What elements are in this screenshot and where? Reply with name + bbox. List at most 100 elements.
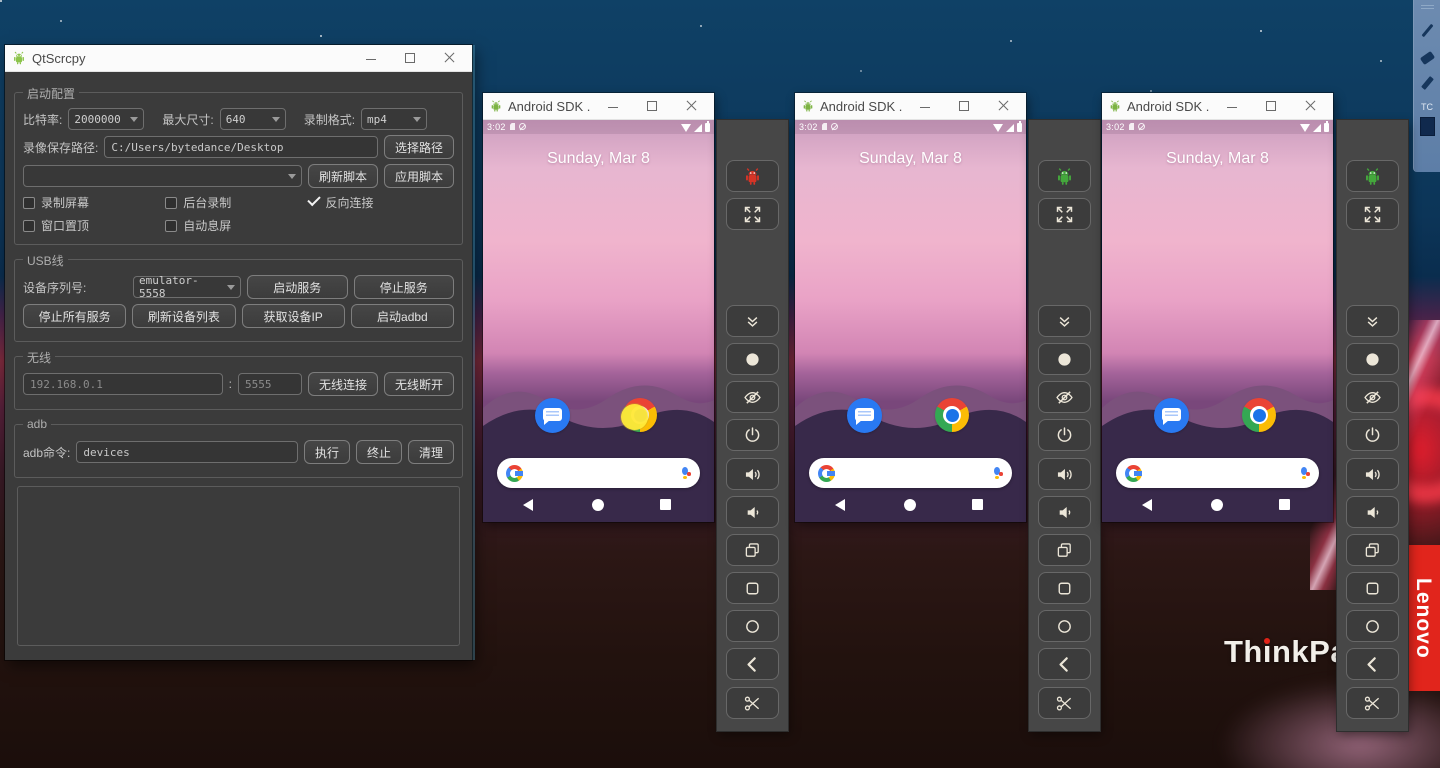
close-button[interactable]	[986, 93, 1020, 119]
chrome-app-icon[interactable]	[1242, 398, 1276, 432]
recents-button[interactable]	[660, 499, 671, 510]
wireless-port-input[interactable]	[238, 373, 302, 395]
volume-down-button[interactable]	[1346, 496, 1399, 528]
minimize-button[interactable]	[596, 93, 630, 119]
app-switch-button[interactable]	[726, 534, 779, 566]
eraser-icon[interactable]	[1419, 51, 1434, 65]
app-switch-button[interactable]	[1346, 534, 1399, 566]
auto-screen-off-checkbox[interactable]: 自动息屏	[165, 217, 307, 234]
app-menu-button[interactable]	[726, 160, 779, 192]
touch-button[interactable]	[1038, 343, 1091, 375]
app-menu-button[interactable]	[1346, 160, 1399, 192]
stop-service-button[interactable]: 停止服务	[354, 275, 455, 299]
recents-button[interactable]	[972, 499, 983, 510]
android-screen[interactable]: 3:02 Sunday, Mar 8	[795, 120, 1026, 522]
messages-app-icon[interactable]	[1154, 398, 1189, 433]
minimize-button[interactable]	[1215, 93, 1249, 119]
app-switch-button[interactable]	[1038, 534, 1091, 566]
fullscreen-button[interactable]	[726, 198, 779, 230]
reverse-connect-checkbox[interactable]: 反向连接	[307, 194, 449, 211]
minimize-button[interactable]	[908, 93, 942, 119]
terminate-button[interactable]: 终止	[356, 440, 402, 464]
refresh-device-list-button[interactable]: 刷新设备列表	[132, 304, 235, 328]
power-button[interactable]	[1038, 419, 1091, 451]
stop-all-services-button[interactable]: 停止所有服务	[23, 304, 126, 328]
mic-icon[interactable]	[991, 466, 1003, 480]
android-screen[interactable]: 3:02 Sunday, Mar 8	[483, 120, 714, 522]
wireless-ip-input[interactable]	[23, 373, 223, 395]
menu-button[interactable]	[726, 572, 779, 604]
back-button[interactable]	[726, 648, 779, 680]
power-button[interactable]	[1346, 419, 1399, 451]
mic-icon[interactable]	[1298, 466, 1310, 480]
expand-notification-button[interactable]	[1346, 305, 1399, 337]
script-select[interactable]	[23, 165, 302, 187]
volume-down-button[interactable]	[1038, 496, 1091, 528]
messages-app-icon[interactable]	[535, 398, 570, 433]
back-button[interactable]	[1142, 499, 1152, 511]
touch-button[interactable]	[726, 343, 779, 375]
touch-button[interactable]	[1346, 343, 1399, 375]
refresh-script-button[interactable]: 刷新脚本	[308, 164, 378, 188]
mic-icon[interactable]	[679, 466, 691, 480]
record-screen-checkbox[interactable]: 录制屏幕	[23, 194, 165, 211]
fullscreen-button[interactable]	[1038, 198, 1091, 230]
start-adbd-button[interactable]: 启动adbd	[351, 304, 454, 328]
volume-up-button[interactable]	[1038, 458, 1091, 490]
execute-button[interactable]: 执行	[304, 440, 350, 464]
screenshot-button[interactable]	[1038, 687, 1091, 719]
annotation-toolbar[interactable]: TC	[1413, 0, 1440, 172]
maximize-button[interactable]	[947, 93, 981, 119]
screenshot-button[interactable]	[1346, 687, 1399, 719]
record-format-select[interactable]: mp4	[361, 108, 427, 130]
home-button[interactable]	[1038, 610, 1091, 642]
screen-off-button[interactable]	[1038, 381, 1091, 413]
android-screen[interactable]: 3:02 Sunday, Mar 8	[1102, 120, 1333, 522]
back-button[interactable]	[835, 499, 845, 511]
power-button[interactable]	[726, 419, 779, 451]
screen-off-button[interactable]	[1346, 381, 1399, 413]
adb-output-area[interactable]	[17, 486, 460, 646]
minimize-button[interactable]	[354, 45, 388, 71]
back-button[interactable]	[1038, 648, 1091, 680]
maximize-button[interactable]	[635, 93, 669, 119]
home-button[interactable]	[904, 499, 916, 511]
start-service-button[interactable]: 启动服务	[247, 275, 348, 299]
apply-script-button[interactable]: 应用脚本	[384, 164, 454, 188]
google-search-bar[interactable]	[497, 458, 700, 488]
volume-up-button[interactable]	[726, 458, 779, 490]
bitrate-select[interactable]: 2000000	[68, 108, 144, 130]
marker-icon[interactable]	[1421, 76, 1434, 90]
back-button[interactable]	[1346, 648, 1399, 680]
recents-button[interactable]	[1279, 499, 1290, 510]
home-button[interactable]	[592, 499, 604, 511]
background-record-checkbox[interactable]: 后台录制	[165, 194, 307, 211]
wireless-disconnect-button[interactable]: 无线断开	[384, 372, 454, 396]
close-button[interactable]	[674, 93, 708, 119]
screen-off-button[interactable]	[726, 381, 779, 413]
wireless-connect-button[interactable]: 无线连接	[308, 372, 378, 396]
adb-command-input[interactable]	[76, 441, 298, 463]
window-topmost-checkbox[interactable]: 窗口置顶	[23, 217, 165, 234]
google-search-bar[interactable]	[809, 458, 1012, 488]
maximize-button[interactable]	[1254, 93, 1288, 119]
home-button[interactable]	[1346, 610, 1399, 642]
fullscreen-button[interactable]	[1346, 198, 1399, 230]
save-path-input[interactable]	[104, 136, 378, 158]
device-serial-select[interactable]: emulator-5558	[133, 276, 241, 298]
expand-notification-button[interactable]	[726, 305, 779, 337]
expand-notification-button[interactable]	[1038, 305, 1091, 337]
maxsize-select[interactable]: 640	[220, 108, 286, 130]
app-menu-button[interactable]	[1038, 160, 1091, 192]
home-button[interactable]	[726, 610, 779, 642]
toolbar-handle[interactable]	[1421, 5, 1434, 9]
get-device-ip-button[interactable]: 获取设备IP	[242, 304, 345, 328]
volume-up-button[interactable]	[1346, 458, 1399, 490]
chrome-app-icon[interactable]	[935, 398, 969, 432]
pen-icon[interactable]	[1421, 24, 1433, 37]
home-button[interactable]	[1211, 499, 1223, 511]
back-button[interactable]	[523, 499, 533, 511]
google-search-bar[interactable]	[1116, 458, 1319, 488]
color-swatch[interactable]	[1420, 117, 1435, 136]
close-button[interactable]	[432, 45, 466, 71]
